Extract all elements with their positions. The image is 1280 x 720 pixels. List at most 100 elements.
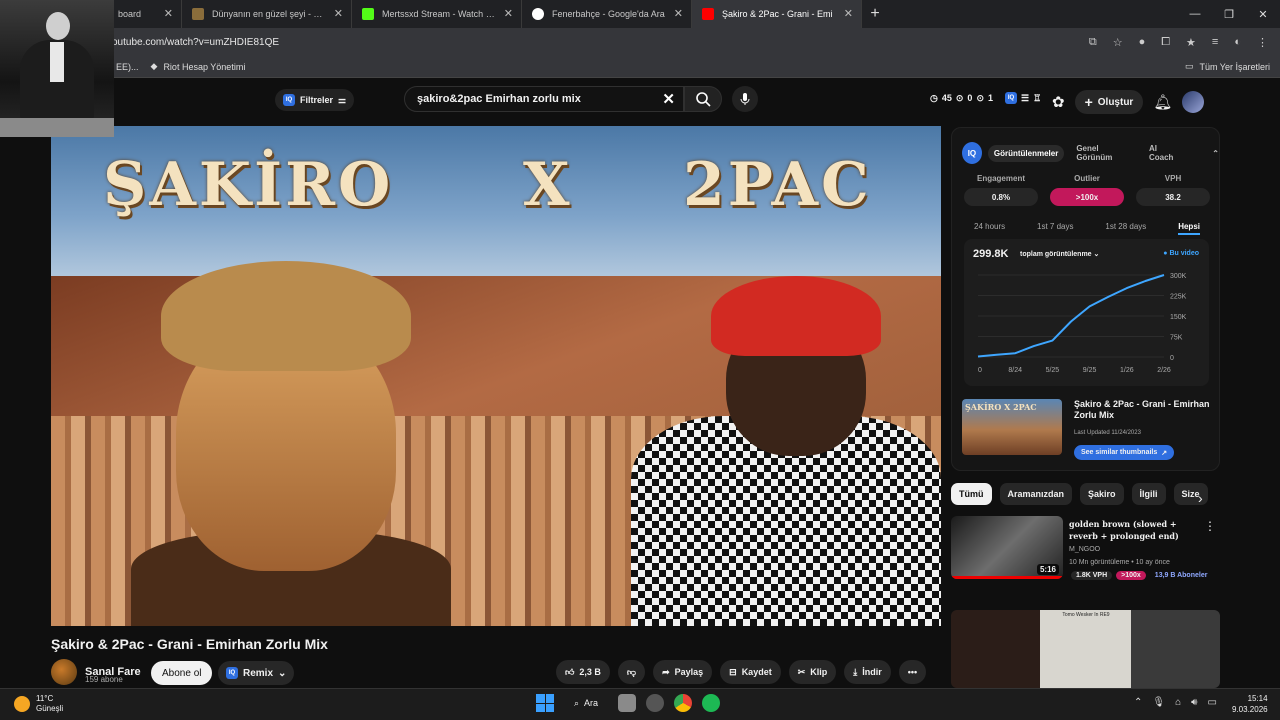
windows-start-icon[interactable] xyxy=(536,694,554,712)
weather-text: 11°C Güneşli xyxy=(36,694,63,714)
clear-search-icon[interactable]: ✕ xyxy=(662,90,675,108)
tab-views[interactable]: Görüntülenmeler xyxy=(987,144,1065,162)
bookmark-icon: ⊟ xyxy=(729,666,737,677)
avatar[interactable] xyxy=(1182,91,1205,113)
metric-label: VPH xyxy=(1164,174,1182,183)
trophy-icon[interactable]: ♖ xyxy=(1033,93,1041,104)
new-tab-button[interactable]: + xyxy=(862,5,888,23)
video-player[interactable]: ŞAKİRO X 2PAC xyxy=(51,126,941,626)
x-tick-label: 5/25 xyxy=(1046,367,1060,374)
see-similar-button[interactable]: See similar thumbnails ↗ xyxy=(1074,445,1175,460)
url-field[interactable]: outube.com/watch?v=umZHDIE81QE xyxy=(112,37,279,48)
google-favicon-icon xyxy=(532,8,544,20)
card-title: Şakiro & 2Pac - Grani - Emirhan Zorlu Mi… xyxy=(1074,399,1210,420)
thumbnail-image: ŞAKİRO X 2PAC xyxy=(962,399,1062,455)
search-input[interactable]: şakiro&2pac Emirhan zorlu mix ✕ xyxy=(404,86,684,112)
recommended-video-2[interactable]: Tomo Wesker In RE9 xyxy=(951,610,1220,688)
recommended-video[interactable]: 5:16 golden brown (slowed + reverb + pro… xyxy=(951,516,1220,582)
extension-icon[interactable]: ● xyxy=(1139,36,1146,49)
recommended-badges: 1.8K VPH >100x 13,9 B Aboneler xyxy=(1071,571,1212,580)
chevron-up-icon[interactable]: ⌃ xyxy=(1134,697,1142,708)
chip-from-search[interactable]: Aramanızdan xyxy=(999,483,1073,505)
download-button[interactable]: ⤓ İndir xyxy=(844,660,891,684)
bookmark-item[interactable]: EE)... xyxy=(116,62,139,72)
task-view-icon[interactable] xyxy=(618,694,637,712)
close-window-icon[interactable]: ✕ xyxy=(1246,8,1280,21)
chat-icon[interactable]: ✿ xyxy=(1052,93,1065,111)
chip-sakiro[interactable]: Şakiro xyxy=(1080,483,1124,505)
all-bookmarks[interactable]: ▭ Tüm Yer İşaretleri xyxy=(1185,61,1270,72)
battery-icon[interactable]: ▭ xyxy=(1207,697,1216,708)
volume-icon[interactable]: 🔊︎ xyxy=(1191,697,1197,708)
range-28d[interactable]: 1st 28 days xyxy=(1105,222,1146,235)
create-button[interactable]: + Oluştur xyxy=(1074,90,1144,114)
y-tick-label: 225K xyxy=(1170,294,1187,301)
browser-tab[interactable]: Fenerbahçe - Google'da Ara ✕ xyxy=(522,0,692,28)
browser-tab-active[interactable]: Şakiro & 2Pac - Grani - Emi ✕ xyxy=(692,0,862,28)
chip-related[interactable]: İlgili xyxy=(1131,483,1166,505)
tab-ai-coach[interactable]: AI Coach xyxy=(1143,140,1186,166)
chart-mode-dropdown[interactable]: toplam görüntülenme ⌄ xyxy=(1020,250,1099,258)
network-icon[interactable]: ⌂ xyxy=(1175,697,1181,708)
chevron-right-icon[interactable]: › xyxy=(1198,490,1203,506)
like-button[interactable]: 👍︎ 2,3 B xyxy=(556,660,610,684)
bandana xyxy=(711,276,881,356)
taskbar-apps: ⌕ Ara xyxy=(536,694,721,712)
tab-overview[interactable]: Genel Görünüm xyxy=(1070,140,1137,166)
vidiq-stats[interactable]: ◷ 45 ⊙ 0 ⊙ 1 IQ ☰ ♖ xyxy=(930,92,1041,104)
recommended-channel[interactable]: M_NGOO xyxy=(1069,546,1100,553)
taskbar-clock[interactable]: 15:14 9.03.2026 xyxy=(1232,693,1268,715)
browser-tab[interactable]: Dünyanın en güzel şeyi - Tier L ✕ xyxy=(182,0,352,28)
bookmark-star-icon[interactable]: ☆ xyxy=(1113,36,1123,49)
range-24h[interactable]: 24 hours xyxy=(974,222,1005,235)
star-icon[interactable]: ★ xyxy=(1186,36,1196,49)
close-icon[interactable]: ✕ xyxy=(844,7,853,20)
menu-icon[interactable]: ⋮ xyxy=(1257,36,1268,49)
weather-widget[interactable]: 11°C Güneşli xyxy=(14,694,63,714)
microphone-icon[interactable]: 🎙︎ xyxy=(1152,697,1165,708)
notifications-icon[interactable]: 🔔︎ xyxy=(1153,93,1172,111)
close-icon[interactable]: ✕ xyxy=(164,7,173,20)
puzzle-icon[interactable]: ⧠ xyxy=(1161,36,1170,49)
taskbar-search[interactable]: ⌕ Ara xyxy=(564,698,608,709)
recommended-title[interactable]: golden brown (slowed + reverb + prolonge… xyxy=(1069,518,1199,542)
collapse-icon[interactable]: ⌃ xyxy=(1212,149,1219,158)
more-actions-button[interactable]: ••• xyxy=(898,660,927,684)
spotify-icon[interactable] xyxy=(702,694,721,712)
save-button[interactable]: ⊟ Kaydet xyxy=(720,660,781,684)
subscribe-button[interactable]: Abone ol xyxy=(151,661,213,685)
filter-button[interactable]: IQ Filtreler ⚌ xyxy=(275,89,355,111)
close-icon[interactable]: ✕ xyxy=(504,7,513,20)
search-button[interactable] xyxy=(684,86,722,112)
reading-list-icon[interactable]: ≡ xyxy=(1212,36,1218,49)
youtube-favicon-icon xyxy=(702,8,714,20)
channel-info[interactable]: Sanal Fare 159 abone xyxy=(51,659,141,685)
y-tick-label: 300K xyxy=(1170,273,1187,280)
app-icon[interactable] xyxy=(646,694,665,712)
share-button[interactable]: ➦ Paylaş xyxy=(653,660,713,684)
chrome-icon[interactable] xyxy=(674,694,693,712)
cast-icon[interactable]: ⧉ xyxy=(1089,36,1097,49)
remix-button[interactable]: IQ Remix ⌄ xyxy=(218,661,295,685)
more-vert-icon[interactable]: ⋮ xyxy=(1204,519,1216,533)
channel-avatar[interactable] xyxy=(51,659,77,685)
range-7d[interactable]: 1st 7 days xyxy=(1037,222,1073,235)
microphone-icon xyxy=(740,93,750,105)
metric-vph: VPH 38.2 xyxy=(1136,174,1210,206)
x-tick-label: 1/26 xyxy=(1120,367,1134,374)
dislike-button[interactable]: 👎︎ xyxy=(617,660,646,684)
range-all[interactable]: Hepsi xyxy=(1178,222,1200,235)
close-icon[interactable]: ✕ xyxy=(674,7,683,20)
close-icon[interactable]: ✕ xyxy=(334,7,343,20)
minimize-icon[interactable]: — xyxy=(1178,8,1212,21)
maximize-icon[interactable]: ❐ xyxy=(1212,8,1246,21)
tab-title: Şakiro & 2Pac - Grani - Emi xyxy=(722,9,833,19)
browser-tab[interactable]: Mertssxd Stream - Watch Live o ✕ xyxy=(352,0,522,28)
bookmark-item[interactable]: ◆ Riot Hesap Yönetimi xyxy=(151,61,246,72)
chip-all[interactable]: Tümü xyxy=(951,483,992,505)
voice-search-button[interactable] xyxy=(732,86,758,112)
clip-button[interactable]: ✂ Klip xyxy=(788,660,837,684)
list-icon[interactable]: ☰ xyxy=(1021,93,1029,104)
profile-icon[interactable]: ◐ xyxy=(1234,36,1241,49)
recommended-thumbnail[interactable]: 5:16 xyxy=(951,516,1063,579)
